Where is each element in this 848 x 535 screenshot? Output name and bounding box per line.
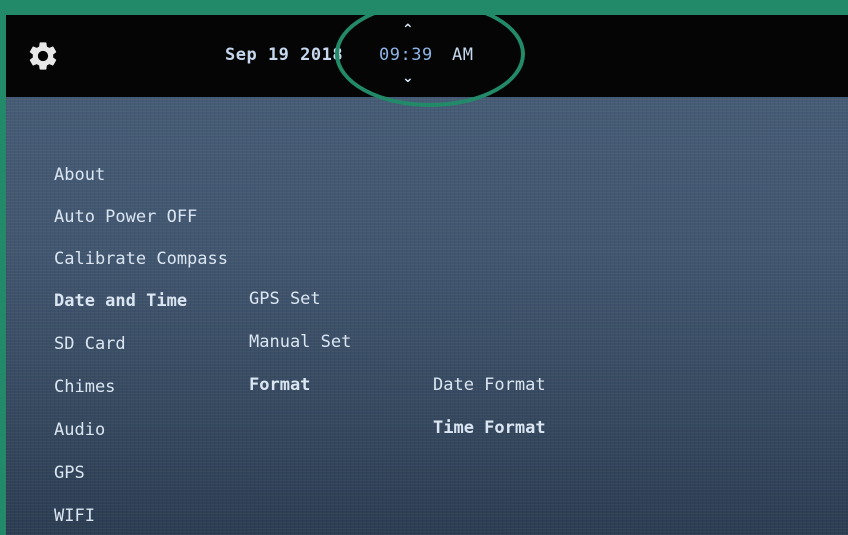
chevron-up-icon[interactable]: ⌃ — [402, 23, 414, 37]
time-display[interactable]: 09:39 — [379, 45, 433, 65]
menu-item-sd-card[interactable]: SD Card — [54, 334, 126, 354]
photo-frame: Sep 19 2018 09:39 AM ⌃ ⌄ About Auto Powe… — [0, 0, 848, 535]
submenu-item-manual-set[interactable]: Manual Set — [249, 332, 351, 352]
menu-item-wifi[interactable]: WIFI — [54, 506, 95, 526]
submenu-item-gps-set[interactable]: GPS Set — [249, 289, 321, 309]
device-screen: Sep 19 2018 09:39 AM ⌃ ⌄ About Auto Powe… — [6, 15, 848, 535]
menu-item-audio[interactable]: Audio — [54, 420, 105, 440]
ampm-display[interactable]: AM — [452, 45, 473, 65]
menu-item-date-and-time[interactable]: Date and Time — [54, 291, 187, 311]
submenu-item-format[interactable]: Format — [249, 375, 310, 395]
menu-item-auto-power-off[interactable]: Auto Power OFF — [54, 207, 197, 227]
menu-item-chimes[interactable]: Chimes — [54, 377, 115, 397]
date-display: Sep 19 2018 — [225, 45, 344, 65]
status-bar: Sep 19 2018 09:39 AM ⌃ ⌄ — [6, 15, 848, 97]
gear-icon[interactable] — [26, 39, 60, 73]
menu-item-calibrate-compass[interactable]: Calibrate Compass — [54, 249, 228, 269]
menu-item-about[interactable]: About — [54, 165, 105, 185]
submenu-item-time-format[interactable]: Time Format — [433, 418, 546, 438]
chevron-down-icon[interactable]: ⌄ — [402, 71, 414, 85]
submenu-item-date-format[interactable]: Date Format — [433, 375, 546, 395]
menu-item-gps[interactable]: GPS — [54, 463, 85, 483]
